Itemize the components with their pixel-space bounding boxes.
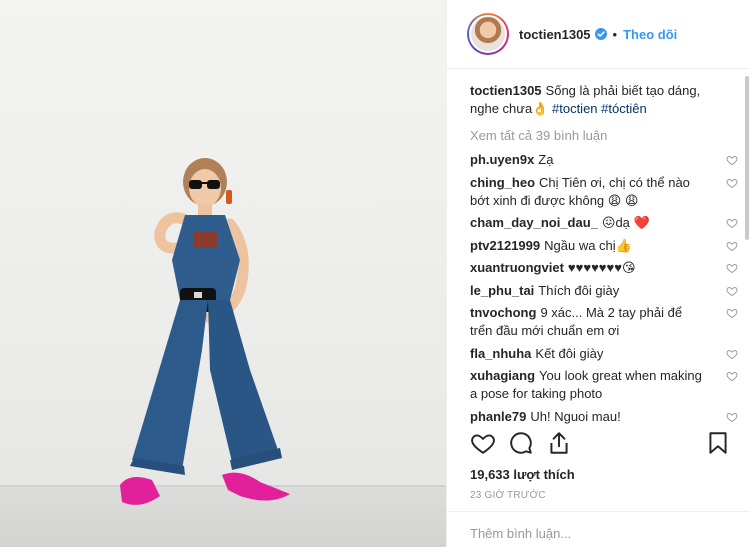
header-username[interactable]: toctien1305	[519, 27, 591, 42]
post-timestamp: 23 GIỜ TRƯỚC	[470, 490, 546, 501]
verified-badge-icon	[594, 28, 607, 40]
comment-item: xuantruongviet ♥♥♥♥♥♥♥😘	[470, 259, 738, 277]
share-icon[interactable]	[546, 430, 572, 456]
comment-item: fla_nhuha Kết đôi giày	[470, 345, 738, 363]
comment-item: ptv2121999 Ngầu wa chị👍	[470, 237, 738, 255]
comment-like-icon[interactable]	[726, 285, 738, 297]
comment-text: Zạ	[538, 152, 554, 167]
post-photo[interactable]	[0, 0, 446, 547]
comment-like-icon[interactable]	[726, 307, 738, 319]
post-caption: toctien1305 Sống là phải biết tạo dáng, n…	[470, 82, 720, 118]
view-all-comments-link[interactable]: Xem tất cả 39 bình luận	[470, 128, 720, 143]
instagram-post: toctien1305 • Theo dõi toctien1305 Sống l…	[0, 0, 750, 547]
hashtag-link[interactable]: #tóctiên	[601, 101, 647, 116]
person-illustration	[120, 158, 290, 505]
comments-section: toctien1305 Sống là phải biết tạo dáng, n…	[447, 70, 750, 426]
post-header: toctien1305 • Theo dõi	[447, 0, 750, 69]
comment-username[interactable]: xuhagiang	[470, 368, 535, 383]
comment-item: ph.uyen9x Zạ	[470, 151, 738, 169]
comment-like-icon[interactable]	[726, 262, 738, 274]
comment-username[interactable]: ching_heo	[470, 175, 535, 190]
comment-item: cham_day_noi_dau_ 😖dạ ❤️	[470, 214, 738, 232]
comment-item: ching_heo Chị Tiên ơi, chị có thể nào bớt…	[470, 174, 738, 210]
action-bar	[470, 430, 735, 460]
comment-username[interactable]: cham_day_noi_dau_	[470, 215, 598, 230]
likes-count[interactable]: 19,633 lượt thích	[470, 467, 575, 482]
comment-username[interactable]: ptv2121999	[470, 238, 540, 253]
avatar[interactable]	[467, 13, 509, 55]
comment-text: Thích đôi giày	[538, 282, 620, 298]
comment-item: phanle79 Uh! Nguoi mau!	[470, 408, 738, 426]
comment-like-icon[interactable]	[726, 217, 738, 229]
comment-username[interactable]: phanle79	[470, 409, 526, 424]
comment-like-icon[interactable]	[726, 348, 738, 360]
comment-text: 😖dạ ❤️	[601, 215, 650, 230]
comment-like-icon[interactable]	[726, 370, 738, 382]
comment-text: Kết đôi giày	[535, 345, 604, 361]
divider	[447, 511, 750, 512]
separator-dot: •	[612, 26, 618, 42]
follow-button[interactable]: Theo dõi	[623, 27, 677, 42]
comment-text: ♥♥♥♥♥♥♥😘	[567, 260, 636, 275]
comment-username[interactable]: fla_nhuha	[470, 346, 531, 361]
caption-username[interactable]: toctien1305	[470, 83, 542, 98]
comment-like-icon[interactable]	[726, 154, 738, 166]
comment-username[interactable]: tnvochong	[470, 305, 536, 320]
comment-like-icon[interactable]	[726, 240, 738, 252]
add-comment-input[interactable]	[470, 526, 730, 541]
comment-icon[interactable]	[508, 430, 534, 456]
comment-like-icon[interactable]	[726, 177, 738, 189]
avatar-image	[469, 15, 507, 53]
comment-username[interactable]: ph.uyen9x	[470, 152, 534, 167]
heart-icon[interactable]	[470, 430, 496, 456]
comment-username[interactable]: xuantruongviet	[470, 260, 564, 275]
comment-item: le_phu_tai Thích đôi giày	[470, 282, 738, 300]
comment-item: xuhagiang You look great when making a po…	[470, 367, 738, 403]
comment-like-icon[interactable]	[726, 411, 738, 423]
comment-username[interactable]: le_phu_tai	[470, 283, 534, 298]
post-sidebar: toctien1305 • Theo dõi toctien1305 Sống l…	[446, 0, 750, 547]
comment-text: Ngầu wa chị👍	[544, 237, 632, 253]
comment-text: Uh! Nguoi mau!	[530, 408, 621, 424]
hashtag-link[interactable]: #toctien	[552, 101, 598, 116]
bookmark-icon[interactable]	[705, 430, 731, 456]
comment-item: tnvochong 9 xác... Mà 2 tay phải để trển …	[470, 304, 738, 340]
